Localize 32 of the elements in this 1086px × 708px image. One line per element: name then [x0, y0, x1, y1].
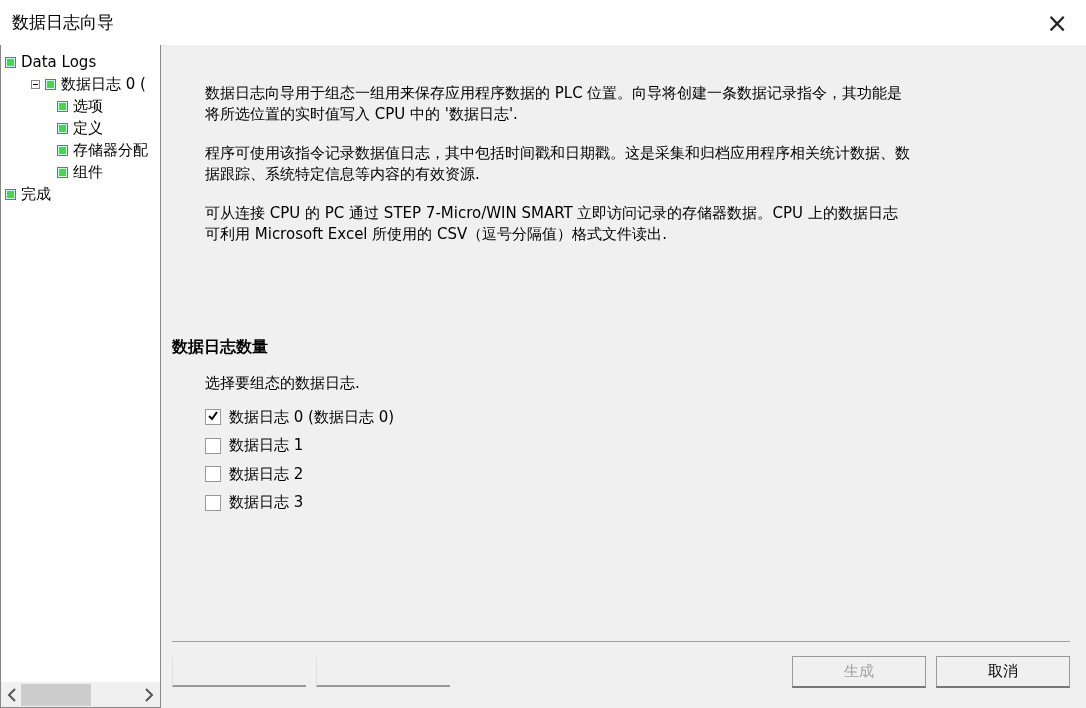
collapse-icon[interactable]: [31, 79, 40, 89]
status-icon: [57, 122, 68, 134]
tree-item[interactable]: 定义: [73, 118, 103, 138]
section-heading: 数据日志数量: [172, 337, 269, 358]
tree-item[interactable]: 数据日志 0 (: [61, 74, 146, 94]
close-button[interactable]: ×: [1040, 7, 1074, 38]
description-text: 程序可使用该指令记录数据值日志，其中包括时间戳和日期戳。这是采集和归档应用程序相关统计数据、数据跟踪、系统特定信息等内容的有效资源.: [205, 143, 911, 185]
status-icon: [45, 78, 56, 90]
tree-item[interactable]: 完成: [21, 184, 51, 204]
status-icon: [57, 100, 68, 112]
tree-item[interactable]: 组件: [73, 162, 103, 182]
checkbox-label[interactable]: 数据日志 3: [229, 493, 304, 513]
status-icon: [57, 144, 68, 156]
status-icon: [57, 166, 68, 178]
checkbox-label[interactable]: 数据日志 0 (数据日志 0): [229, 407, 395, 427]
checkbox[interactable]: [205, 409, 221, 426]
tree-item[interactable]: 存储器分配: [73, 140, 148, 160]
checkbox[interactable]: [205, 437, 221, 454]
tree-item[interactable]: 选项: [73, 96, 103, 116]
checkbox[interactable]: [205, 466, 221, 483]
dialog-button[interactable]: 取消: [936, 656, 1070, 688]
description-text: 可从连接 CPU 的 PC 通过 STEP 7-Micro/WIN SMART 立即访问记录的存储器数据。CPU 上的数据日志可利用 Microsoft Excel 所使用的 CSV（逗号分隔值）格式文件读出.: [205, 203, 899, 245]
tree-item[interactable]: Data Logs: [21, 53, 97, 71]
checkbox-label[interactable]: 数据日志 1: [229, 436, 304, 456]
prompt-text: 选择要组态的数据日志.: [205, 374, 361, 393]
checkbox[interactable]: [205, 494, 221, 511]
status-icon: [5, 188, 16, 200]
scrollbar[interactable]: [1, 682, 160, 707]
window-title: 数据日志向导: [12, 11, 114, 34]
status-icon: [5, 56, 16, 68]
checkbox-label[interactable]: 数据日志 2: [229, 464, 304, 484]
description-text: 数据日志向导用于组态一组用来保存应用程序数据的 PLC 位置。向导将创建一条数据记录指令，其功能是将所选位置的实时值写入 CPU 中的 '数据日志'.: [205, 83, 904, 125]
